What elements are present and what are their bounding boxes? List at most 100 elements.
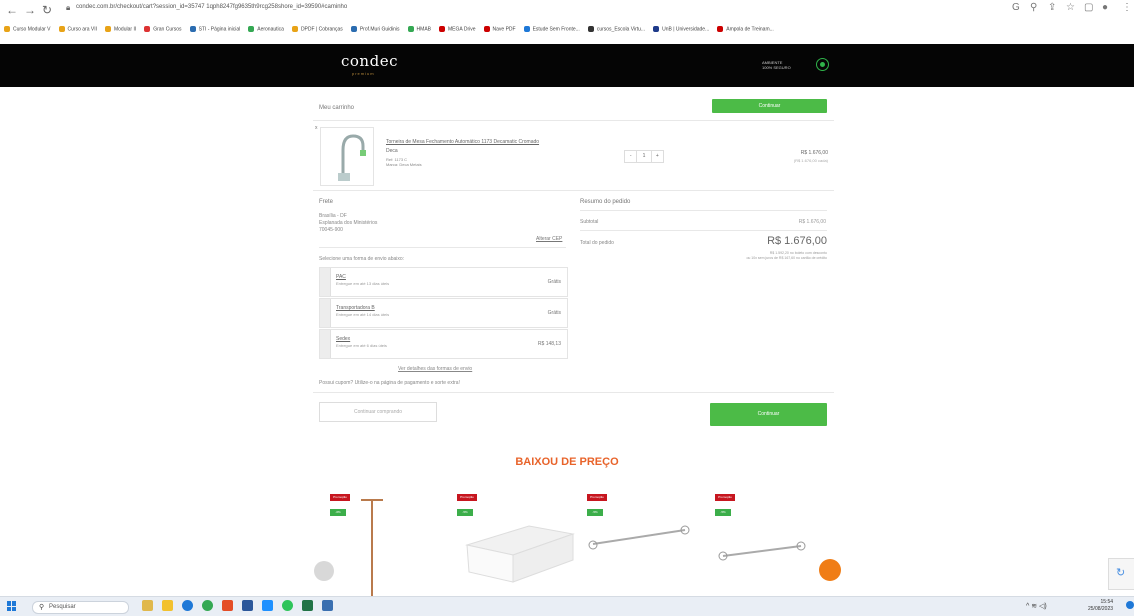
star-icon[interactable]: ☆ <box>1066 2 1075 13</box>
bookmark-item[interactable]: cursos_Escola Virtu... <box>587 26 646 33</box>
bookmark-item[interactable]: Prof.Muri Guidinis <box>350 26 400 32</box>
chrome-icon[interactable] <box>202 600 213 611</box>
bookmark-label: cursos_Escola Virtu... <box>596 26 646 33</box>
back-icon[interactable]: ← <box>6 3 18 17</box>
bookmark-label: DPDF | Cobranças <box>300 26 343 33</box>
product-name[interactable]: Torneira de Mesa Fechamento Automático 1… <box>386 139 539 145</box>
bookmark-item[interactable]: Ampola de Treinam... <box>717 26 774 32</box>
shipping-option-name: PAC <box>336 274 346 280</box>
window-icon[interactable]: ▢ <box>1084 2 1093 13</box>
bookmark-label: UnB | Universidade... <box>662 26 710 33</box>
menu-icon[interactable]: ⋮ <box>1122 2 1132 13</box>
bookmarks-bar: Curso Modular V Curso ara VII Modular II Gr… <box>4 26 1130 40</box>
zoom-icon[interactable]: ⚲ <box>1030 2 1037 13</box>
bookmark-icon <box>653 26 660 32</box>
bookmark-item[interactable]: DPDF | Cobranças <box>291 26 343 33</box>
share-icon[interactable]: ⇪ <box>1048 2 1056 13</box>
shipping-option-price: Grátis <box>547 279 561 285</box>
bookmark-item[interactable]: Modular II <box>104 26 136 32</box>
product-card[interactable]: Promoção -5% <box>713 490 843 596</box>
edge-icon[interactable] <box>182 600 193 611</box>
excel-icon[interactable] <box>302 600 313 611</box>
shipping-option-price: R$ 148,13 <box>537 341 561 347</box>
promo-section-title: BAIXOU DE PREÇO <box>515 456 619 468</box>
continue-button-bottom[interactable]: Continuar <box>710 403 827 426</box>
product-card[interactable]: Promoção -5% <box>455 490 585 596</box>
shipping-cep: 70045-900 <box>319 227 343 233</box>
divider <box>313 190 834 191</box>
recaptcha-badge[interactable]: ↻ <box>1108 558 1134 590</box>
cart-title: Meu carrinho <box>319 105 355 111</box>
address-bar[interactable]: condec.com.br/checkout/cart?session_id=3… <box>76 4 347 10</box>
shipping-option-sedex[interactable]: Sedex Entregue em até 6 dias úteis R$ 14… <box>319 329 568 359</box>
app-icon[interactable] <box>262 600 273 611</box>
divider <box>319 247 566 248</box>
bookmark-label: Curso Modular V <box>13 26 51 33</box>
logo[interactable]: condec <box>341 52 398 70</box>
bookmark-icon <box>350 26 357 32</box>
bookmark-icon <box>523 26 530 32</box>
total-label: Total do pedido <box>580 240 614 246</box>
bookmark-item[interactable]: HMAB <box>407 26 431 32</box>
divider <box>313 392 834 393</box>
bookmark-item[interactable]: Aeronautica <box>248 26 284 32</box>
keep-buying-button[interactable]: Continuar comprando <box>319 402 437 422</box>
product-card[interactable]: Promoção -6% <box>313 490 443 596</box>
app-icon[interactable] <box>322 600 333 611</box>
shield-check-icon <box>816 58 829 71</box>
divider <box>313 120 834 121</box>
bookmark-item[interactable]: MEGA Drive <box>439 26 476 32</box>
item-unit-price: (R$ 1.676,00 cada) <box>793 158 828 163</box>
notification-icon[interactable] <box>1126 601 1134 609</box>
remove-item-icon[interactable]: x <box>315 125 318 131</box>
bookmark-item[interactable]: STI - Página inicial <box>189 26 241 33</box>
product-brand: Marca: Deca Metais <box>386 162 422 167</box>
bookmark-label: STI - Página inicial <box>198 26 241 33</box>
app-icon[interactable] <box>222 600 233 611</box>
qty-input[interactable]: 1 <box>636 151 652 162</box>
bookmark-item[interactable]: Estude Sem Fronte... <box>523 26 580 32</box>
windows-start-icon[interactable] <box>7 601 17 611</box>
widgets-icon[interactable] <box>142 600 153 611</box>
shipping-street: Esplanada dos Ministérios <box>319 220 378 226</box>
reload-icon[interactable]: ↻ <box>42 3 52 17</box>
divider <box>580 230 827 231</box>
bookmark-icon <box>189 26 196 32</box>
towel-rack-icon <box>314 499 383 596</box>
bookmark-item[interactable]: Curso Modular V <box>4 26 51 32</box>
shipping-option-transportadora[interactable]: Transportadora B Entregue em até 14 dias… <box>319 298 568 328</box>
qty-plus-button[interactable]: + <box>652 151 663 162</box>
product-image[interactable] <box>320 127 374 186</box>
radio-button[interactable] <box>320 299 331 327</box>
continue-button-top[interactable]: Continuar <box>712 99 827 113</box>
logo-subtitle: premium <box>352 71 375 76</box>
whatsapp-icon[interactable] <box>282 600 293 611</box>
radio-button[interactable] <box>320 330 331 358</box>
bookmark-item[interactable]: UnB | Universidade... <box>653 26 709 32</box>
shipping-option-pac[interactable]: PAC Entregue em até 13 dias úteis Grátis <box>319 267 568 297</box>
system-tray-icons[interactable]: ^ ≋ ◁) <box>1026 602 1047 610</box>
bookmark-item[interactable]: Gran Cursos <box>144 26 182 32</box>
bookmark-icon <box>291 26 298 32</box>
faucet-icon <box>338 134 366 181</box>
shipping-option-name: Transportadora B <box>336 305 375 311</box>
bookmark-label: Curso ara VII <box>67 26 97 33</box>
clock[interactable]: 15:54 25/08/2023 <box>1088 599 1113 613</box>
quantity-stepper: - 1 + <box>624 150 664 163</box>
bookmark-item[interactable]: Curso ara VII <box>58 26 97 33</box>
bookmark-item[interactable]: Nave PDF <box>483 26 516 32</box>
taskbar-search[interactable]: ⚲ Pesquisar <box>32 601 129 614</box>
google-icon[interactable]: G <box>1012 2 1020 13</box>
shipping-option-desc: Entregue em até 13 dias úteis <box>336 281 390 286</box>
qty-minus-button[interactable]: - <box>625 151 636 162</box>
product-card[interactable]: Promoção -5% <box>585 490 715 596</box>
radio-button[interactable] <box>320 268 331 296</box>
change-cep-link[interactable]: Alterar CEP <box>536 236 562 242</box>
word-icon[interactable] <box>242 600 253 611</box>
forward-icon[interactable]: → <box>24 3 36 17</box>
profile-icon[interactable]: ● <box>1102 2 1108 13</box>
search-placeholder: Pesquisar <box>49 604 76 610</box>
coupon-text: Possui cupom? Utilize-o na página de pag… <box>319 380 460 386</box>
shipping-details-link[interactable]: Ver detalhes das formas de envio <box>398 366 472 372</box>
file-explorer-icon[interactable] <box>162 600 173 611</box>
